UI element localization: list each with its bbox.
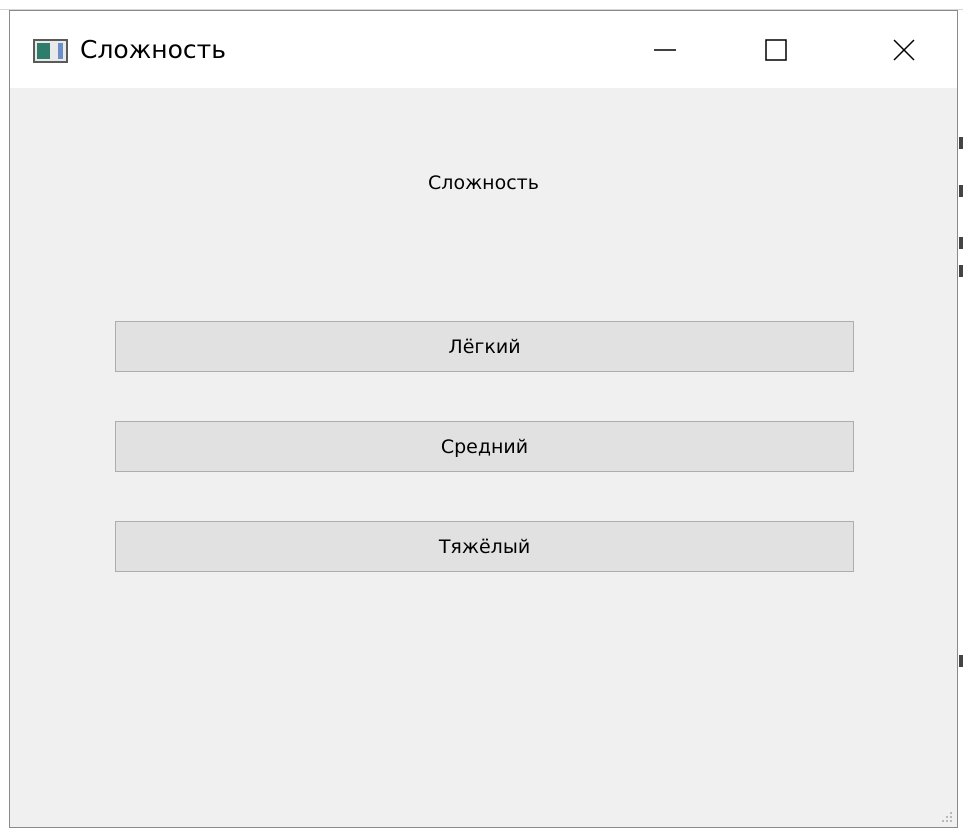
dialog-client-area: Сложность Лёгкий Средний Тяжёлый — [10, 88, 957, 827]
window-title: Сложность — [80, 35, 226, 64]
minimize-button[interactable] — [619, 11, 711, 88]
easy-button[interactable]: Лёгкий — [115, 321, 854, 372]
close-icon — [893, 38, 915, 61]
desktop-background: Сложность Сложность Лёгкий Средний Тяжёл… — [0, 0, 963, 830]
close-button[interactable] — [858, 11, 950, 88]
minimize-icon — [654, 48, 676, 51]
app-window-icon — [33, 39, 68, 63]
background-text-fragment — [959, 265, 963, 277]
resize-grip-icon[interactable] — [939, 809, 953, 823]
hard-button[interactable]: Тяжёлый — [115, 521, 854, 572]
background-text-fragment — [959, 137, 963, 149]
maximize-button[interactable] — [730, 11, 822, 88]
maximize-icon — [765, 38, 787, 61]
background-text-fragment — [959, 185, 963, 197]
medium-button[interactable]: Средний — [115, 421, 854, 472]
difficulty-heading: Сложность — [428, 172, 539, 194]
background-text-fragment — [959, 655, 963, 667]
title-bar[interactable]: Сложность — [10, 11, 957, 88]
background-text-fragment — [959, 237, 963, 249]
difficulty-dialog-window: Сложность Сложность Лёгкий Средний Тяжёл… — [9, 10, 958, 828]
